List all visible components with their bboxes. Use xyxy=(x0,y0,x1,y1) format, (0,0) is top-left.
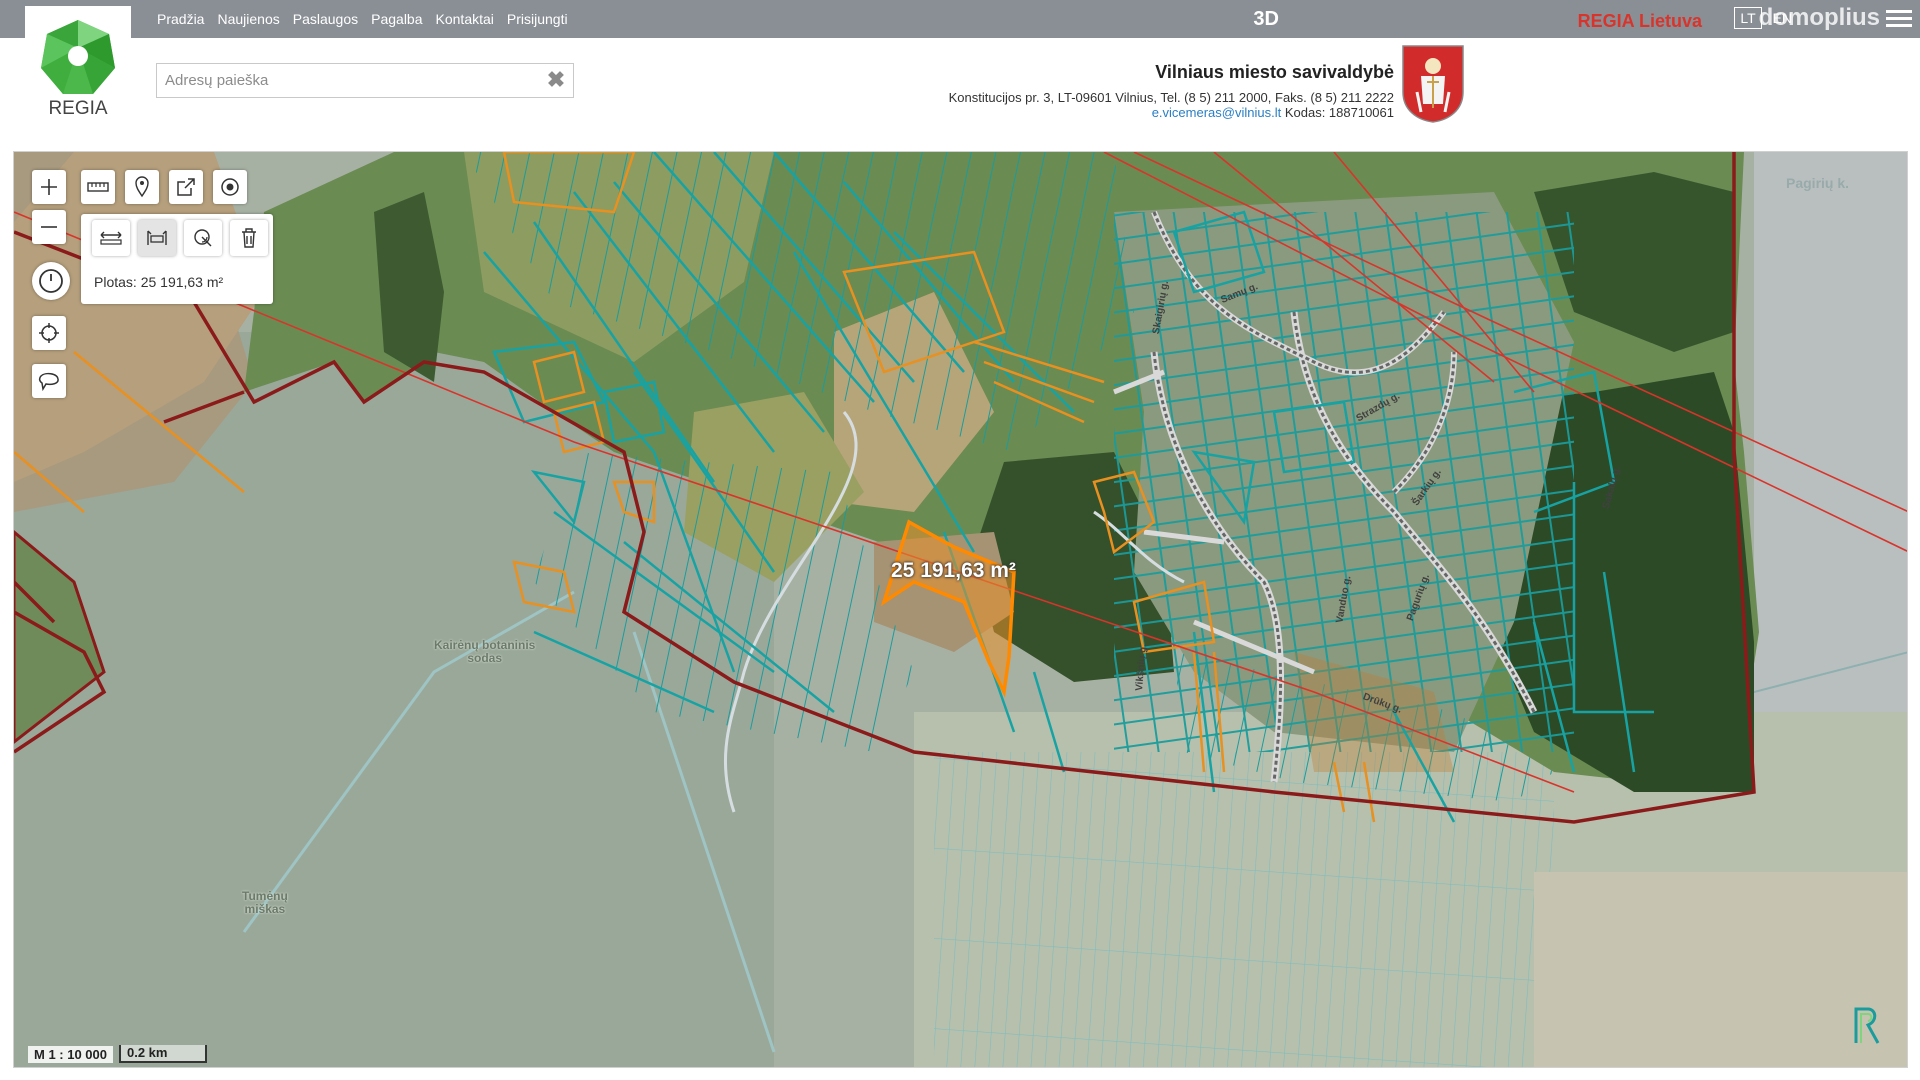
measure-circle-button[interactable] xyxy=(184,220,222,256)
nav-naujienos[interactable]: Naujienos xyxy=(217,11,279,27)
pin-button[interactable] xyxy=(125,170,159,204)
lasso-icon xyxy=(38,372,59,392)
nav-paslaugos[interactable]: Paslaugos xyxy=(293,11,358,27)
place-label-pagiriu: Pagirių k. xyxy=(1786,175,1850,191)
target-icon xyxy=(221,178,239,196)
measure-area-button[interactable] xyxy=(138,220,176,256)
municipality-code: Kodas: 188710061 xyxy=(1284,105,1394,120)
zoom-in-button[interactable] xyxy=(32,170,66,204)
regia-logo[interactable]: REGIA xyxy=(25,6,131,124)
main-nav: Pradžia Naujienos Paslaugos Pagalba Kont… xyxy=(157,0,568,38)
nav-kontaktai[interactable]: Kontaktai xyxy=(436,11,494,27)
municipality-info: Vilniaus miesto savivaldybė Konstitucijo… xyxy=(949,62,1394,120)
scale-ratio: M 1 : 10 000 xyxy=(28,1045,113,1063)
map-view[interactable]: Kairėnų botaninis sodas Tumėnų miškas Pagi… xyxy=(13,151,1908,1068)
trash-icon xyxy=(242,228,256,248)
municipality-address: Konstitucijos pr. 3, LT-09601 Vilnius, T… xyxy=(948,90,1394,105)
place-label-tumenu: Tumėnų miškas xyxy=(242,889,288,916)
3d-button[interactable]: 3D xyxy=(1253,8,1279,31)
measure-tool-button[interactable] xyxy=(81,170,115,204)
municipality-contact: e.vicemeras@vilnius.lt Kodas: 188710061 xyxy=(949,105,1394,120)
nav-pagalba[interactable]: Pagalba xyxy=(371,11,422,27)
regia-lietuva-link[interactable]: REGIA Lietuva xyxy=(1578,11,1702,32)
crosshair-icon xyxy=(39,323,59,343)
scale-bar: 0.2 km xyxy=(119,1045,207,1063)
logo-text: REGIA xyxy=(48,98,107,119)
hamburger-menu-icon[interactable] xyxy=(1886,8,1912,30)
measure-distance-button[interactable] xyxy=(92,220,130,256)
locate-button[interactable] xyxy=(32,316,66,350)
delete-measure-button[interactable] xyxy=(230,220,268,256)
distance-icon xyxy=(100,231,122,245)
place-label-kairenu: Kairėnų botaninis sodas xyxy=(434,638,536,665)
map-scale: M 1 : 10 000 0.2 km xyxy=(28,1044,207,1064)
history-button[interactable] xyxy=(32,262,70,300)
map-canvas[interactable] xyxy=(14,152,1908,1068)
zoom-out-button[interactable] xyxy=(32,210,66,244)
address-search-input[interactable] xyxy=(157,64,553,97)
radius-icon xyxy=(194,229,212,247)
area-icon xyxy=(147,230,167,245)
nav-pradzia[interactable]: Pradžia xyxy=(157,11,204,27)
top-right-controls: 3D REGIA Lietuva LT EN domoplius xyxy=(1220,0,1920,38)
plus-icon xyxy=(41,179,57,195)
minus-icon xyxy=(41,226,57,228)
municipality-email-link[interactable]: e.vicemeras@vilnius.lt xyxy=(1152,105,1282,120)
nav-prisijungti[interactable]: Prisijungti xyxy=(507,11,568,27)
measure-result-text: Plotas: 25 191,63 m² xyxy=(94,274,224,290)
target-button[interactable] xyxy=(213,170,247,204)
search-clear-icon[interactable]: ✖ xyxy=(545,68,567,92)
share-button[interactable] xyxy=(169,170,203,204)
measured-area-label: 25 191,63 m² xyxy=(891,559,1016,582)
domoplius-watermark: domoplius xyxy=(1758,4,1880,31)
municipality-name: Vilniaus miesto savivaldybė xyxy=(1155,62,1394,82)
map-pin-icon xyxy=(135,176,149,198)
clock-icon xyxy=(39,269,63,293)
draw-area-button[interactable] xyxy=(32,364,66,398)
ruler-icon xyxy=(87,182,109,192)
vilnius-coat-of-arms-icon xyxy=(1402,45,1464,123)
share-icon xyxy=(177,178,195,196)
address-search: ✖ xyxy=(156,63,574,98)
regia-logo-icon: REGIA xyxy=(41,20,115,119)
regia-corner-logo-icon xyxy=(1854,1007,1880,1044)
